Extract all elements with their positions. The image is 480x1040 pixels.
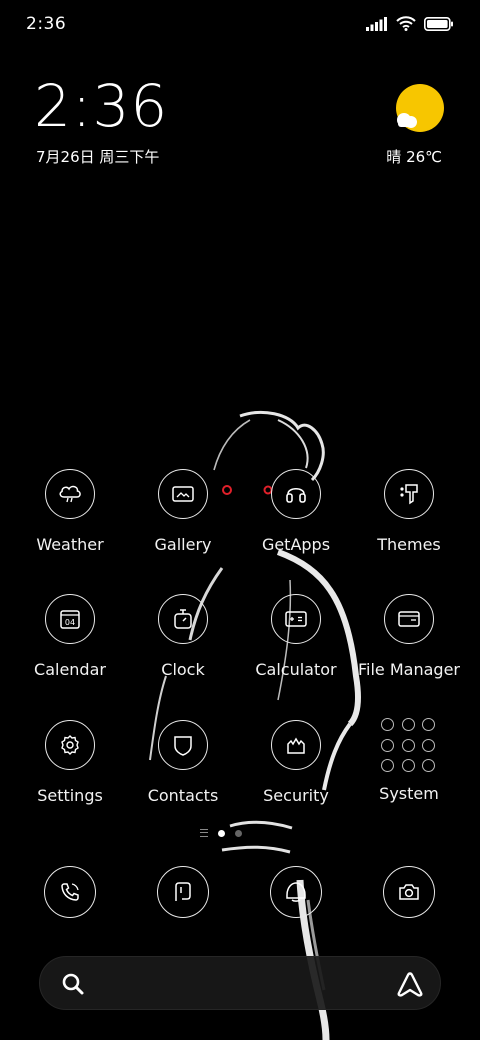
app-file-manager[interactable]: File Manager [353,594,465,679]
cloud-icon [45,469,95,519]
timer-icon [158,594,208,644]
wifi-icon [396,16,416,31]
folder-grid-icon [381,718,437,774]
folder-app-dot [401,718,415,731]
app-themes[interactable]: Themes [353,469,465,554]
clock-time[interactable]: 2:36 [34,72,168,140]
page-indicator[interactable] [200,829,242,837]
folder-app-dot [401,759,415,773]
folder-app-dot [422,718,436,731]
folder-app-dot [381,738,394,752]
app-contacts[interactable]: Contacts [127,720,239,805]
search-icon[interactable] [61,972,85,996]
weather-text: 晴 26℃ [386,148,442,166]
app-label: Gallery [154,535,212,554]
app-calculator[interactable]: Calculator [240,594,352,679]
camera-icon [399,884,419,900]
dock-phone[interactable] [44,866,96,918]
app-clock[interactable]: Clock [127,594,239,679]
folder-app-dot [401,738,415,752]
battery-icon [424,16,453,31]
app-label: Clock [161,660,205,679]
status-time: 2:36 [26,14,67,34]
page-dot-active [218,829,225,837]
folder-app-dot [422,738,436,752]
status-icons [366,16,454,31]
app-weather[interactable]: Weather [14,469,126,554]
app-label: File Manager [358,660,460,679]
phone-icon [61,883,79,901]
image-icon [158,469,208,519]
app-label: System [379,784,439,803]
brush-icon [384,469,434,519]
app-system[interactable]: System [353,718,465,803]
clock-date: 7月26日 周三下午 [36,148,160,166]
feed-page-icon [200,829,208,837]
calendar-icon: 04 [45,594,95,644]
calendar-day: 04 [65,618,75,627]
dock-messages[interactable] [157,866,209,918]
message-icon [175,882,191,901]
app-label: Security [263,786,329,805]
signal-icon [366,16,387,31]
folder-icon [384,594,434,644]
app-label: Contacts [147,786,219,805]
app-label: GetApps [261,535,331,554]
gear-icon [45,720,95,770]
calculator-icon [271,594,321,644]
app-label: Calculator [255,660,337,679]
contact-icon [158,720,208,770]
folder-app-dot [381,718,394,731]
app-gallery[interactable]: Gallery [127,469,239,554]
search-bar[interactable] [39,956,441,1010]
app-settings[interactable]: Settings [14,720,126,805]
dock-browser[interactable] [270,866,322,918]
folder-app-dot [422,759,436,773]
app-getapps[interactable]: GetApps [240,469,352,554]
app-label: Settings [37,786,103,805]
sun-cloud-icon[interactable] [394,84,444,134]
app-security[interactable]: Security [240,720,352,805]
browser-icon [286,882,306,902]
app-label: Themes [377,535,441,554]
assistant-icon[interactable] [396,971,424,997]
folder-app-dot [381,759,394,773]
page-dot [235,829,242,837]
dock-camera[interactable] [383,866,435,918]
app-calendar[interactable]: 04 Calendar [14,594,126,679]
shield-hand-icon [271,720,321,770]
app-label: Weather [36,535,104,554]
app-label: Calendar [34,660,106,679]
bag-icon [271,469,321,519]
